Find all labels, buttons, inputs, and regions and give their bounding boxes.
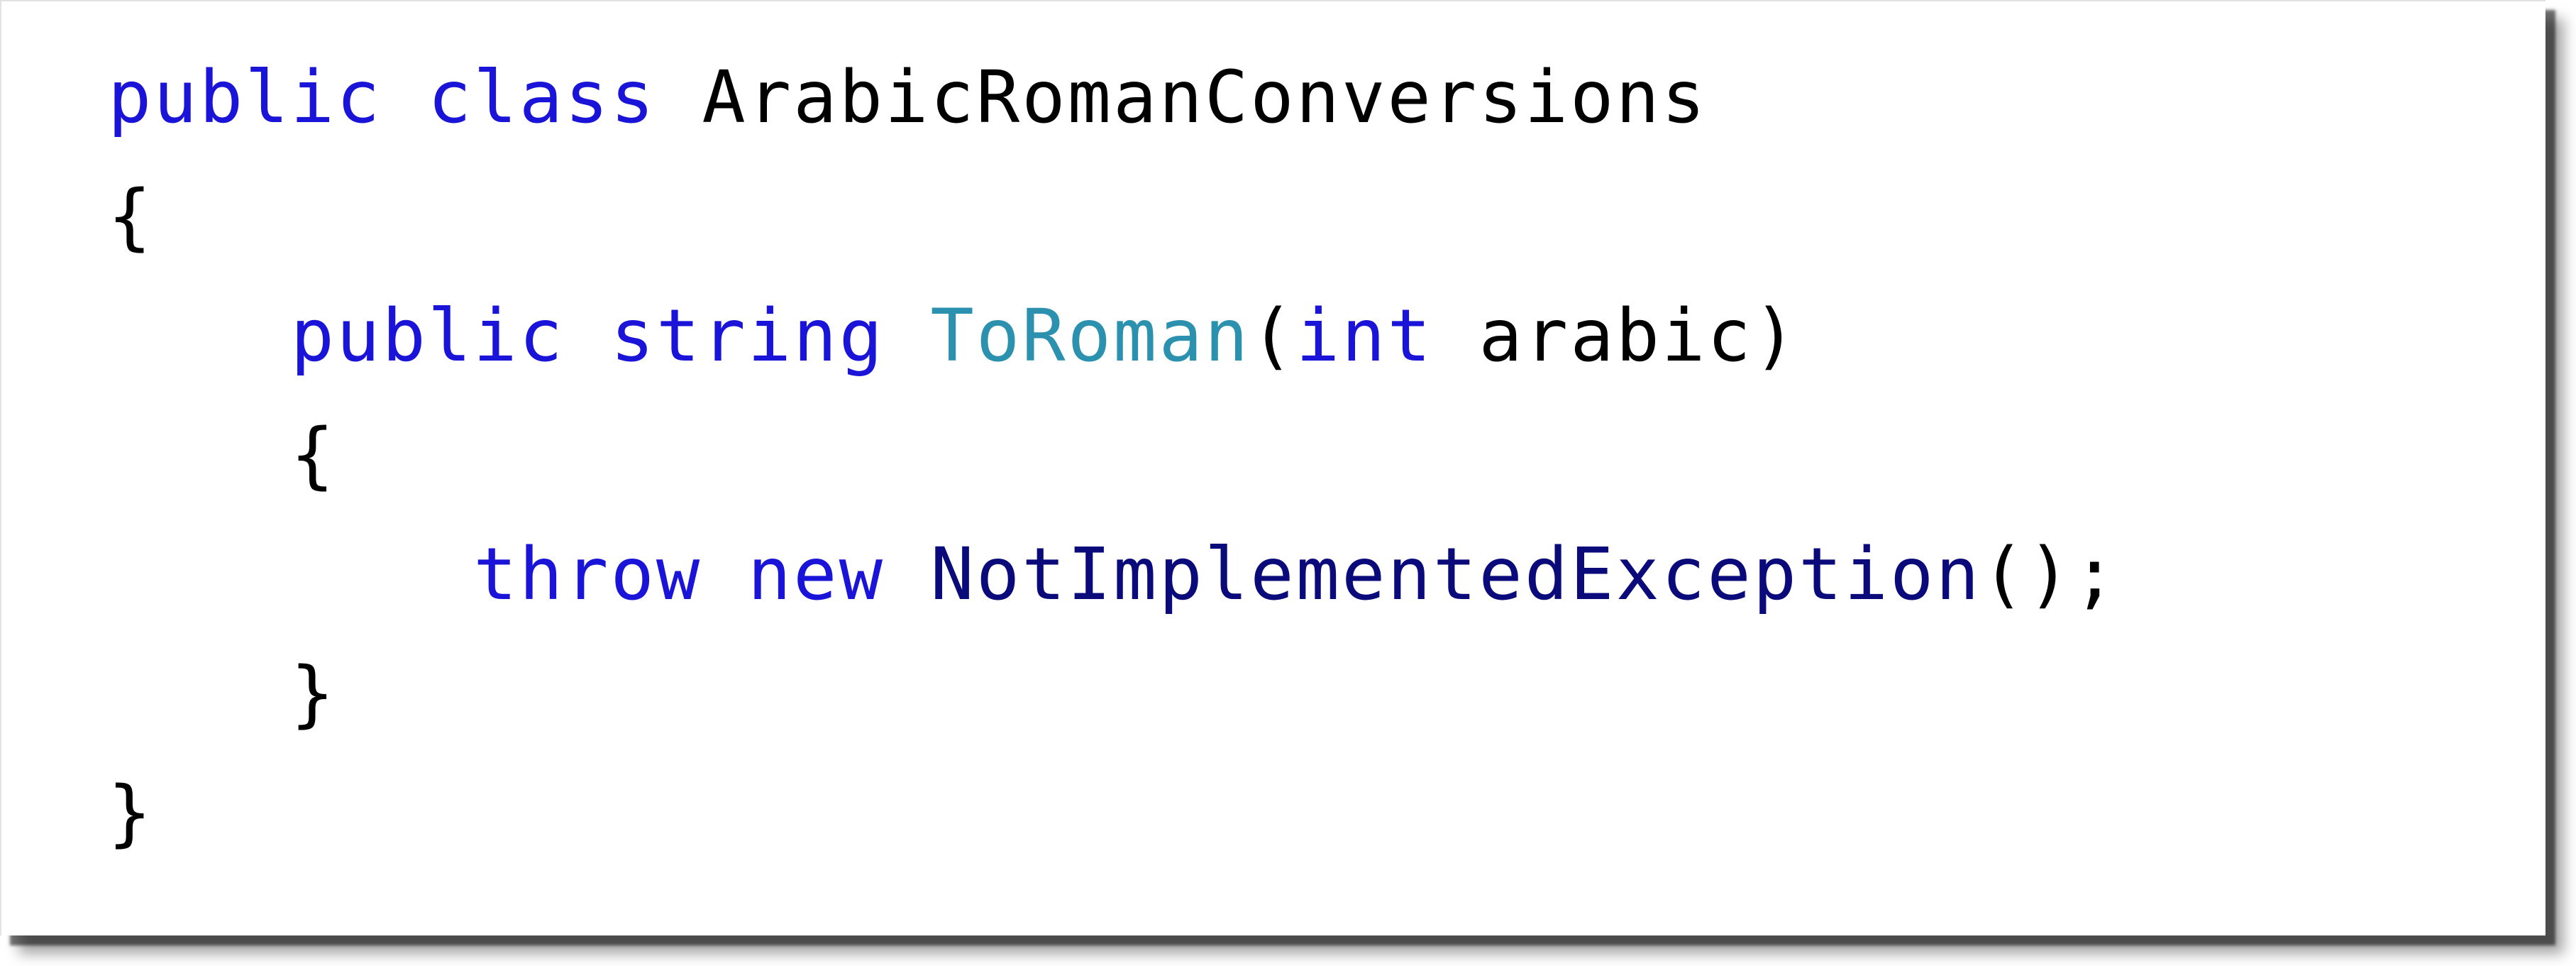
keyword-public: public [108,55,382,140]
code-block: public class ArabicRomanConversions { pub… [108,38,2118,873]
keyword-new: new [747,532,885,617]
code-line-4: { [108,396,2118,515]
screenshot-canvas: public class ArabicRomanConversions { pub… [0,0,2576,966]
open-paren: ( [1250,294,1296,378]
class-name: ArabicRomanConversions [702,55,1708,140]
code-editor-panel: public class ArabicRomanConversions { pub… [0,0,2545,935]
open-brace: { [290,413,337,498]
keyword-public: public [290,294,565,378]
exception-type: NotImplementedException [930,532,1981,617]
keyword-throw: throw [473,532,702,617]
open-brace: { [108,175,154,259]
keyword-int: int [1295,294,1433,378]
parameter-name: arabic [1478,294,1753,378]
code-line-6: } [108,635,2118,754]
close-brace: } [290,652,337,736]
call-tail: (); [1981,532,2119,617]
code-line-5: throw new NotImplementedException(); [108,515,2118,635]
code-line-7: } [108,754,2118,873]
close-brace: } [108,771,154,855]
code-line-1: public class ArabicRomanConversions [108,38,2118,158]
code-line-2: { [108,158,2118,277]
code-line-3: public string ToRoman(int arabic) [108,277,2118,396]
keyword-class: class [427,55,656,140]
close-paren: ) [1752,294,1799,378]
method-name: ToRoman [930,294,1251,378]
keyword-string: string [610,294,885,378]
